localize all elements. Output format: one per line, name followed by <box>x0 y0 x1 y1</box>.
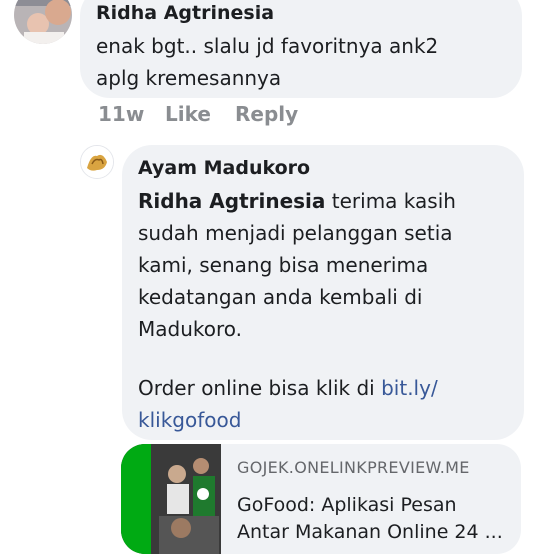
commenter-avatar-photo <box>14 0 72 44</box>
reply-text-line1: terima kasih <box>325 189 456 213</box>
link-preview-card[interactable]: GOJEK.ONELINKPREVIEW.ME GoFood: Aplikasi… <box>121 444 521 554</box>
link-preview-title[interactable]: GoFood: Aplikasi Pesan Antar Makanan Onl… <box>237 492 512 546</box>
replier-avatar-logo <box>81 146 113 178</box>
reply-link-cont[interactable]: klikgofood <box>138 408 241 432</box>
reply-button[interactable]: Reply <box>235 102 298 126</box>
reply-mention[interactable]: Ridha Agtrinesia <box>138 189 325 213</box>
comment-actions: 11w Like Reply <box>98 102 398 130</box>
reply-body: Ridha Agtrinesia terima kasih sudah menj… <box>138 185 518 345</box>
replier-avatar[interactable] <box>80 145 114 179</box>
reply-bubble: Ayam Madukoro Ridha Agtrinesia terima ka… <box>122 145 524 440</box>
reply-text: sudah menjadi pelanggan setia kami, sena… <box>138 221 453 341</box>
link-preview-thumbnail <box>121 444 221 554</box>
reply-order: Order online bisa klik di bit.ly/ klikgo… <box>138 372 518 436</box>
comment-author[interactable]: Ridha Agtrinesia <box>96 2 274 24</box>
like-button[interactable]: Like <box>165 102 211 126</box>
reply-author[interactable]: Ayam Madukoro <box>138 157 310 179</box>
commenter-avatar[interactable] <box>14 0 72 44</box>
reply-order-text: Order online bisa klik di <box>138 376 382 400</box>
comment-text: enak bgt.. slalu jd favoritnya ank2 aplg… <box>96 34 439 90</box>
reply-link[interactable]: bit.ly/ <box>381 376 438 400</box>
gofood-thumbnail-image <box>121 444 221 554</box>
link-preview-domain: GOJEK.ONELINKPREVIEW.ME <box>237 458 470 477</box>
comment-time[interactable]: 11w <box>98 102 144 126</box>
comment-bubble: Ridha Agtrinesia enak bgt.. slalu jd fav… <box>80 0 522 98</box>
